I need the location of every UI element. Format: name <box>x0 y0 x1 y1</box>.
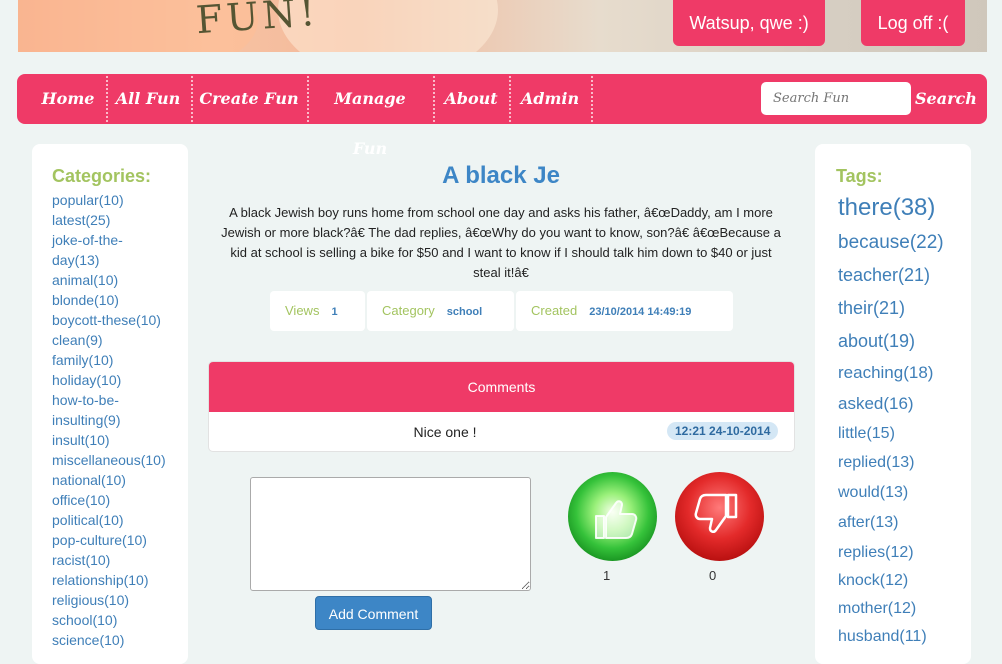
created-box: Created 23/10/2014 14:49:19 <box>516 291 733 331</box>
category-value[interactable]: school <box>447 306 482 318</box>
logoff-button[interactable]: Log off :( <box>861 0 965 46</box>
thumbs-up-icon <box>595 500 638 539</box>
nav-separator <box>591 76 593 122</box>
comments-header: Comments <box>209 362 794 412</box>
tags-title: Tags: <box>836 166 883 186</box>
nav-create-fun[interactable]: Create Fun <box>199 74 299 124</box>
category-link[interactable]: clean(9) <box>52 330 182 350</box>
category-link[interactable]: animal(10) <box>52 270 182 290</box>
created-label: Created <box>531 303 578 318</box>
upvote-count: 1 <box>603 568 611 583</box>
comments-panel: Comments Nice one ! 12:21 24-10-2014 <box>208 361 795 452</box>
nav-admin[interactable]: Admin <box>517 74 583 124</box>
views-count: 1 <box>331 306 338 318</box>
categories-list: popular(10) latest(25) joke-of-the- day(… <box>52 190 182 650</box>
thumbs-down-button[interactable] <box>675 472 764 561</box>
category-link[interactable]: how-to-be- <box>52 390 182 410</box>
category-link[interactable]: pop-culture(10) <box>52 530 182 550</box>
category-link[interactable]: latest(25) <box>52 210 182 230</box>
search-button[interactable]: Search <box>915 74 977 124</box>
tag-link[interactable]: replied(13) <box>838 454 914 472</box>
thumbs-down-icon <box>694 493 738 533</box>
category-link[interactable]: insult(10) <box>52 430 182 450</box>
category-link[interactable]: boycott-these(10) <box>52 310 182 330</box>
category-link[interactable]: insulting(9) <box>52 410 182 430</box>
tags-panel: Tags: there(38) because(22) teacher(21) the… <box>815 144 971 664</box>
views-label: Views <box>285 303 320 318</box>
nav-separator <box>509 76 511 122</box>
category-link[interactable]: office(10) <box>52 490 182 510</box>
downvote-count: 0 <box>709 568 717 583</box>
add-comment-button[interactable]: Add Comment <box>315 596 432 630</box>
comment-text: Nice one ! <box>413 424 477 440</box>
tag-link[interactable]: their(21) <box>838 298 905 319</box>
nav-home[interactable]: Home <box>33 74 103 124</box>
search-input[interactable] <box>761 82 911 115</box>
category-link[interactable]: racist(10) <box>52 550 182 570</box>
category-link[interactable]: miscellaneous(10) <box>52 450 182 470</box>
nav-separator <box>191 76 193 122</box>
categories-panel: Categories: popular(10) latest(25) joke-… <box>32 144 188 664</box>
category-link[interactable]: popular(10) <box>52 190 182 210</box>
categories-title: Categories: <box>52 166 152 186</box>
tag-link[interactable]: because(22) <box>838 232 944 254</box>
main-nav: Home All Fun Create Fun Manage Fun About… <box>17 74 987 158</box>
tag-link[interactable]: replies(12) <box>838 544 914 562</box>
tag-link[interactable]: there(38) <box>838 194 935 222</box>
joke-title: A black Je <box>442 162 560 189</box>
thumbs-up-button[interactable] <box>568 472 657 561</box>
nav-separator <box>106 76 108 122</box>
category-link[interactable]: national(10) <box>52 470 182 490</box>
tag-link[interactable]: little(15) <box>838 425 895 443</box>
nav-all-fun[interactable]: All Fun <box>113 74 183 124</box>
nav-separator <box>433 76 435 122</box>
nav-separator <box>307 76 309 122</box>
comment-timestamp-badge: 12:21 24-10-2014 <box>667 422 779 440</box>
tag-link[interactable]: teacher(21) <box>838 265 930 286</box>
nav-manage-fun[interactable]: Manage Fun <box>315 74 425 158</box>
category-link[interactable]: relationship(10) <box>52 570 182 590</box>
category-link[interactable]: day(13) <box>52 250 182 270</box>
category-link[interactable]: science(10) <box>52 630 182 650</box>
tag-link[interactable]: reaching(18) <box>838 363 933 383</box>
views-box: Views 1 <box>270 291 365 331</box>
category-label: Category <box>382 303 435 318</box>
category-link[interactable]: family(10) <box>52 350 182 370</box>
comment-textarea[interactable] <box>250 477 531 591</box>
tag-link[interactable]: would(13) <box>838 484 908 502</box>
tag-link[interactable]: about(19) <box>838 331 915 352</box>
tag-link[interactable]: knock(12) <box>838 572 908 590</box>
tag-link[interactable]: asked(16) <box>838 394 914 414</box>
header-banner: FUN! <box>18 0 987 52</box>
category-link[interactable]: political(10) <box>52 510 182 530</box>
tag-link[interactable]: husband(11) <box>838 628 927 646</box>
category-link[interactable]: school(10) <box>52 610 182 630</box>
category-box: Category school <box>367 291 514 331</box>
joke-text: A black Jewish boy runs home from school… <box>221 205 781 280</box>
nav-about[interactable]: About <box>441 74 501 124</box>
category-link[interactable]: blonde(10) <box>52 290 182 310</box>
greeting-button[interactable]: Watsup, qwe :) <box>673 0 825 46</box>
category-link[interactable]: religious(10) <box>52 590 182 610</box>
created-value: 23/10/2014 14:49:19 <box>589 306 692 318</box>
category-link[interactable]: holiday(10) <box>52 370 182 390</box>
category-link[interactable]: joke-of-the- <box>52 230 182 250</box>
tag-link[interactable]: after(13) <box>838 514 898 532</box>
tag-link[interactable]: mother(12) <box>838 600 916 618</box>
